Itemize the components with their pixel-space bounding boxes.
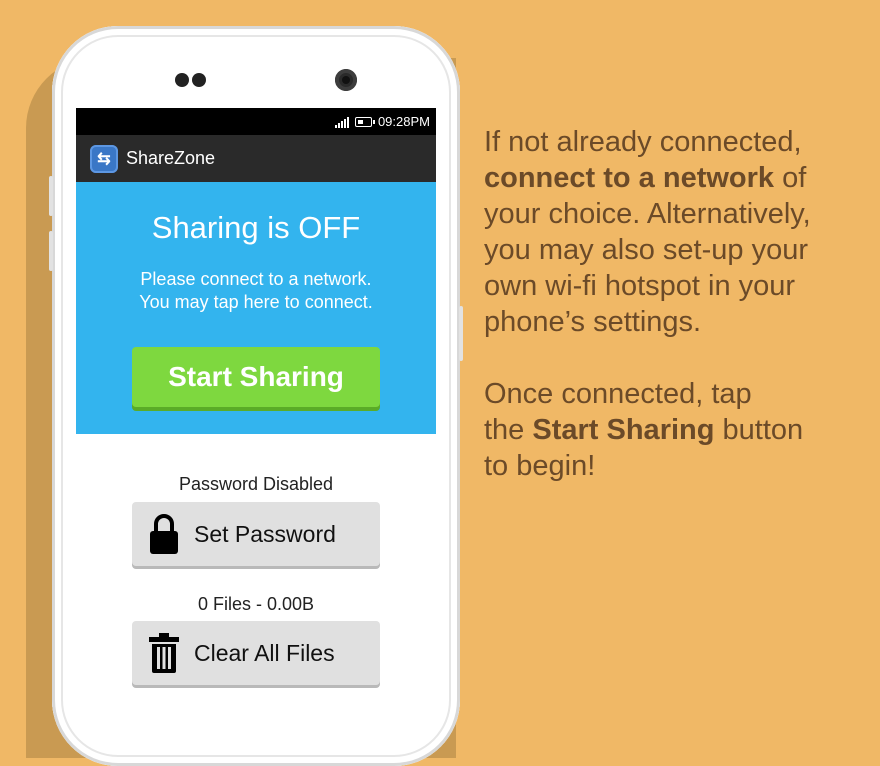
clear-all-files-button[interactable]: Clear All Files bbox=[132, 621, 380, 685]
copy-button-word: button bbox=[714, 414, 804, 446]
instruction-copy: If not already connected, connect to a n… bbox=[484, 124, 874, 484]
start-sharing-button[interactable]: Start Sharing bbox=[132, 347, 380, 407]
files-status: 0 Files - 0.00B bbox=[197, 594, 315, 614]
copy-the: the bbox=[484, 414, 533, 446]
signal-icon bbox=[334, 116, 349, 128]
clear-all-files-label: Clear All Files bbox=[194, 639, 335, 666]
password-status: Password Disabled bbox=[178, 474, 334, 494]
copy-line-8: the Start Sharing button bbox=[484, 412, 874, 448]
app-title: ShareZone bbox=[126, 148, 216, 168]
copy-bold-start-sharing: Start Sharing bbox=[532, 414, 715, 446]
sensor-dot-2 bbox=[192, 73, 206, 87]
copy-line-9: to begin! bbox=[484, 450, 596, 482]
copy-line-1: If not already connected, bbox=[484, 126, 802, 158]
status-time: 09:28PM bbox=[377, 114, 430, 129]
front-camera-icon bbox=[335, 69, 357, 91]
connect-hint-line-1: Please connect to a network. bbox=[140, 269, 372, 289]
phone-power-button bbox=[459, 306, 463, 361]
sharezone-app-icon[interactable]: ⇆ bbox=[90, 144, 118, 173]
connect-hint-line-2: You may tap here to connect. bbox=[139, 292, 373, 312]
copy-of: of bbox=[774, 162, 807, 194]
phone-side-button-left bbox=[49, 176, 53, 216]
phone-side-button-left-2 bbox=[49, 231, 53, 271]
set-password-label: Set Password bbox=[194, 520, 336, 547]
lock-icon bbox=[146, 512, 182, 556]
copy-bold-connect: connect to a network bbox=[484, 162, 775, 194]
copy-line-5: own wi-fi hotspot in your bbox=[484, 270, 796, 302]
battery-icon bbox=[354, 116, 375, 127]
copy-line-7: Once connected, tap bbox=[484, 378, 752, 410]
phone-screen: 09:28PM ⇆ ShareZone Sharing is OFF Pleas… bbox=[76, 108, 436, 720]
status-bar: 09:28PM bbox=[76, 108, 436, 135]
copy-line-2: connect to a network of bbox=[484, 160, 874, 196]
sharing-status: Sharing is OFF bbox=[151, 210, 361, 245]
action-bar: ⇆ ShareZone bbox=[76, 135, 436, 182]
sensor-dot-1 bbox=[175, 73, 189, 87]
connect-hint[interactable]: Please connect to a network. You may tap… bbox=[76, 268, 436, 314]
controls-area: Password Disabled Set Password 0 Files -… bbox=[76, 434, 436, 720]
set-password-button[interactable]: Set Password bbox=[132, 502, 380, 566]
trash-icon bbox=[146, 631, 182, 675]
copy-line-6: phone’s settings. bbox=[484, 306, 702, 338]
copy-line-3: your choice. Alternatively, bbox=[484, 198, 811, 230]
copy-line-4: you may also set-up your bbox=[484, 234, 808, 266]
sharing-panel[interactable]: Sharing is OFF Please connect to a netwo… bbox=[76, 182, 436, 434]
